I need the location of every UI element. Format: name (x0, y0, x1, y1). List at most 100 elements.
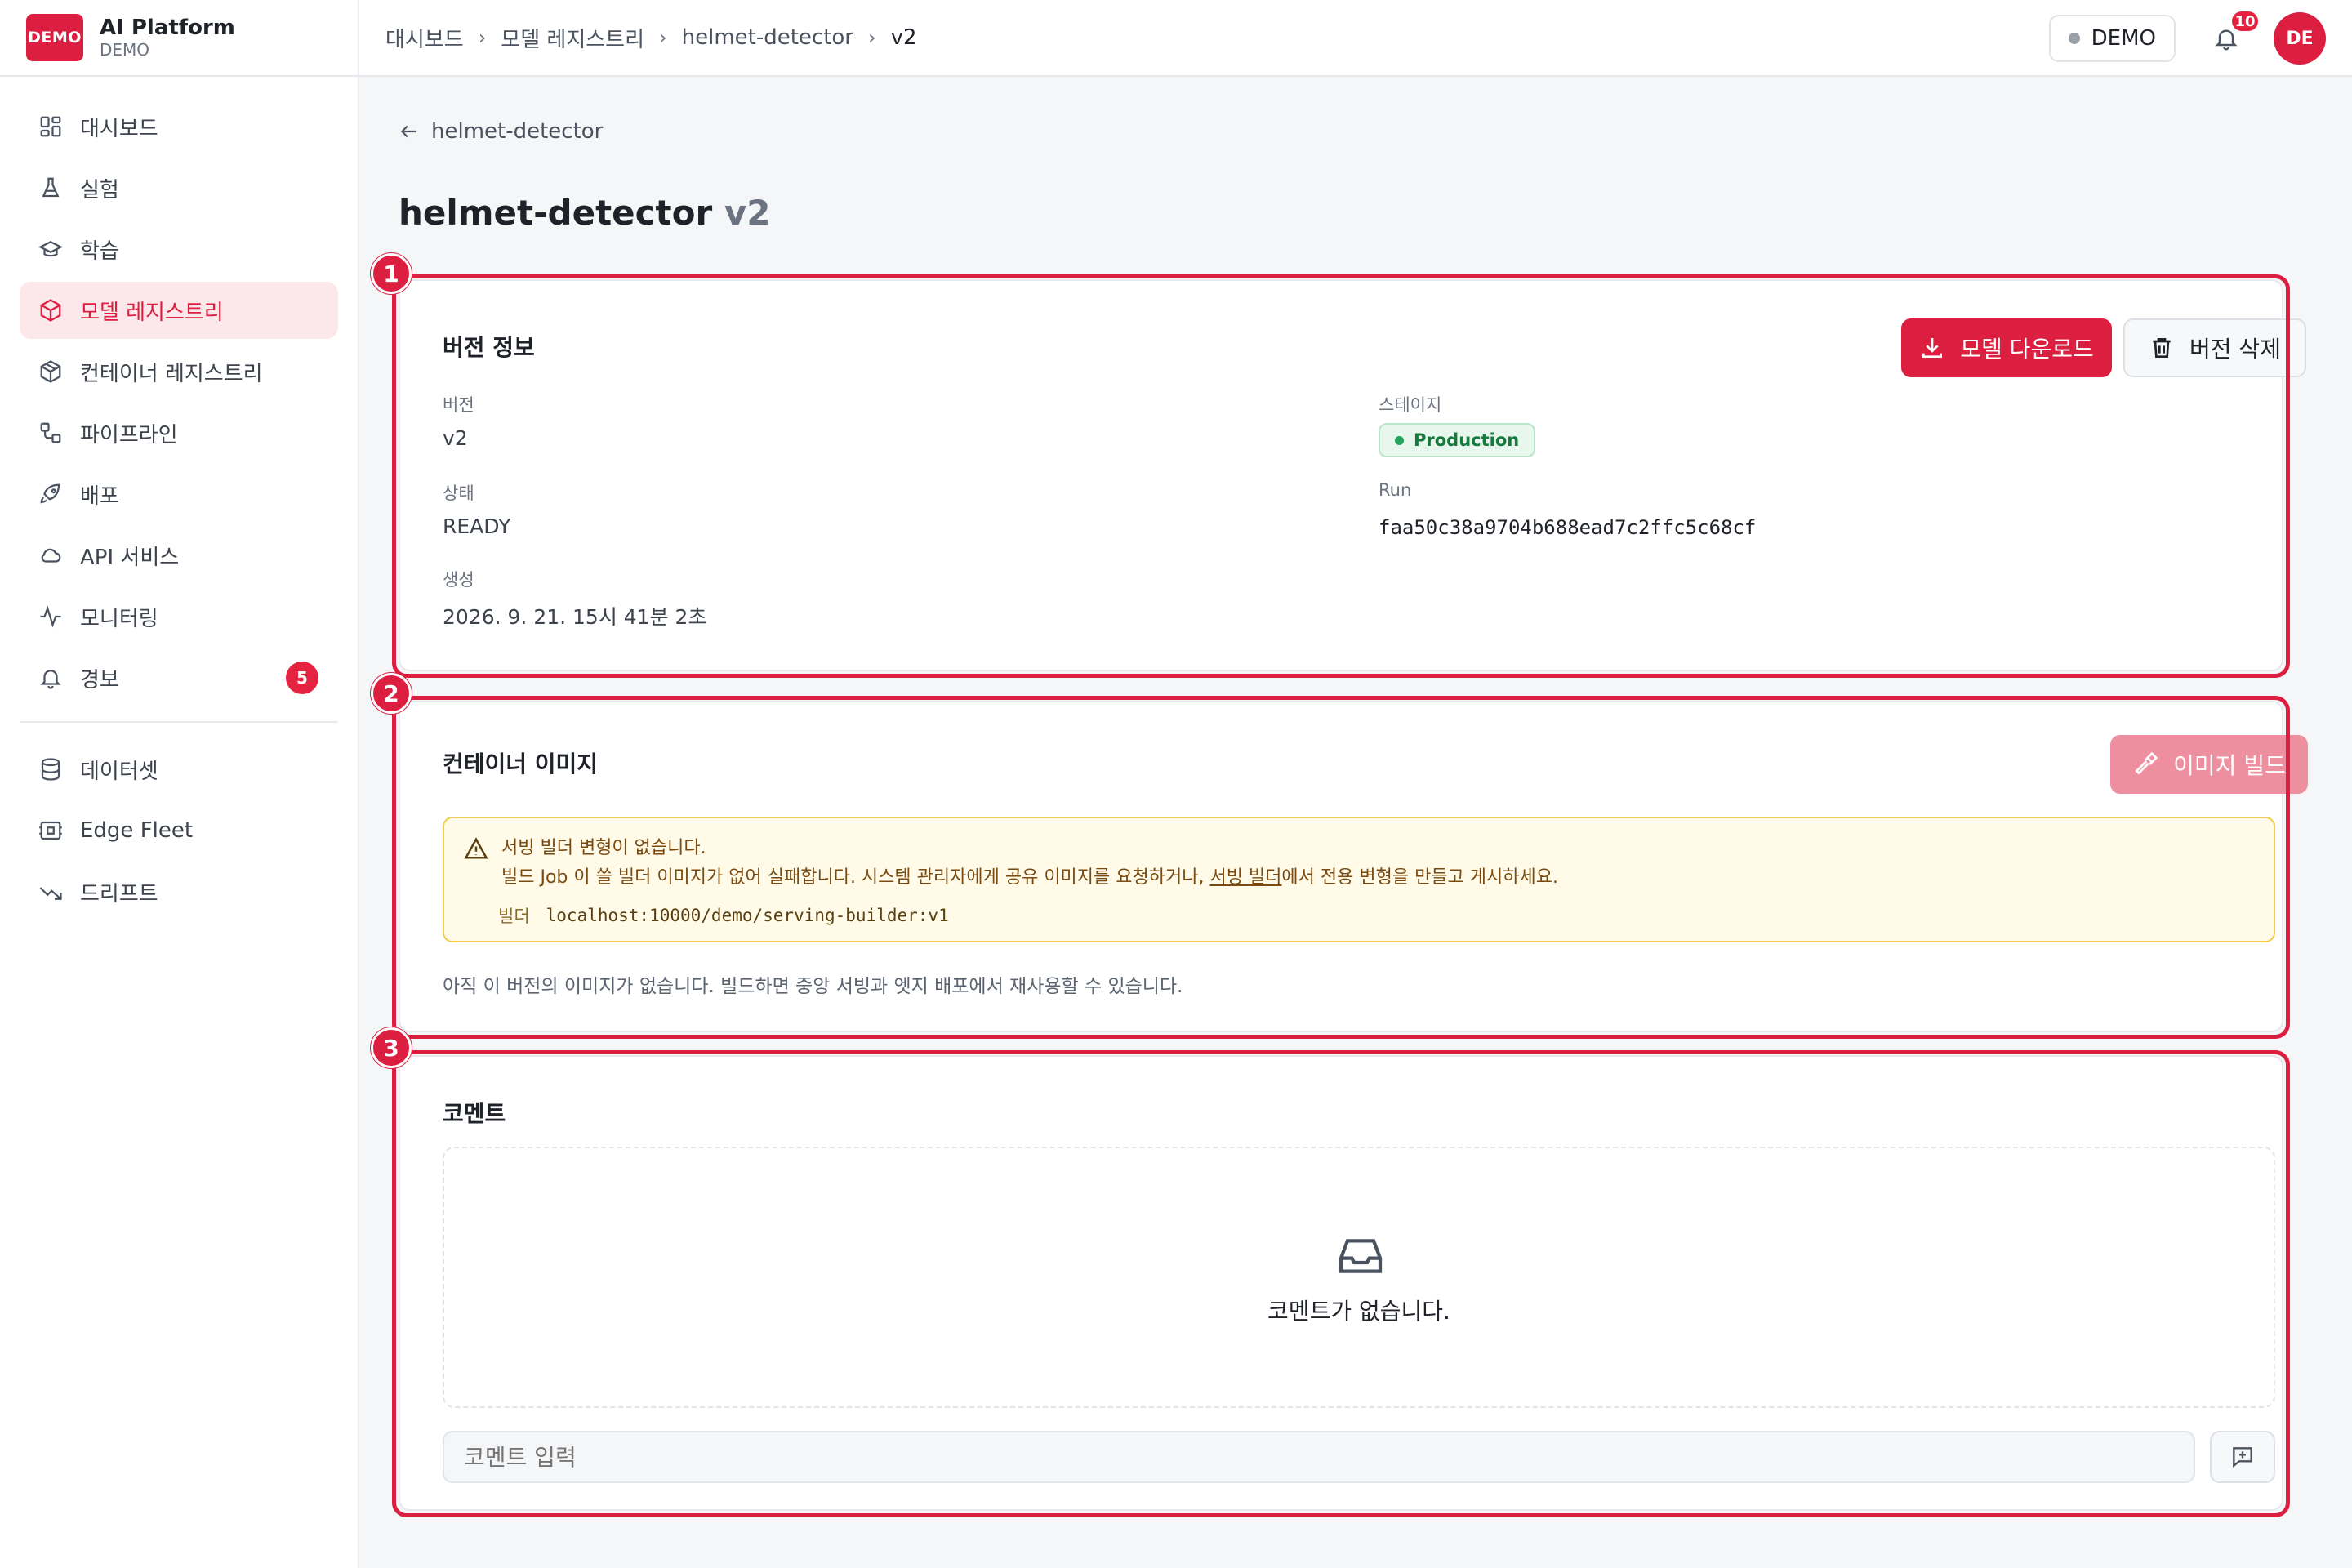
breadcrumb-item-model-registry[interactable]: 모델 레지스트리 (501, 23, 644, 53)
annotation-marker-2: 2 (371, 673, 412, 714)
flask-icon (38, 175, 64, 201)
sidebar-item-drift[interactable]: 드리프트 (20, 863, 338, 920)
add-comment-button[interactable] (2210, 1431, 2275, 1483)
build-image-button[interactable]: 이미지 빌드 (2110, 735, 2308, 794)
status-value: READY (443, 514, 511, 538)
download-icon (1922, 338, 1943, 358)
breadcrumb-item-model[interactable]: helmet-detector (682, 25, 853, 50)
comments-empty-text: 코멘트가 없습니다. (1267, 1298, 1450, 1325)
sidebar-nav: 대시보드 실험 학습 모델 레지스트리 컨테이너 레지스트리 파이프라인 배포 (0, 77, 358, 920)
run-label: Run (1379, 480, 1412, 500)
back-link-label: helmet-detector (431, 119, 604, 144)
user-avatar[interactable]: DE (2274, 12, 2326, 65)
main-content: helmet-detector helmet-detector v2 버전 정보… (359, 78, 2352, 1568)
builder-info: 빌더 localhost:10000/demo/serving-builder:… (498, 903, 949, 928)
delete-version-button[interactable]: 버전 삭제 (2123, 318, 2306, 377)
sidebar-item-edge-fleet[interactable]: Edge Fleet (20, 802, 338, 859)
chevron-right-icon: › (659, 26, 667, 49)
sidebar-item-label: 컨테이너 레지스트리 (80, 361, 263, 386)
brand-sub: DEMO (100, 40, 150, 60)
environment-label: DEMO (2091, 26, 2156, 51)
rocket-icon (38, 481, 64, 507)
version-label: 버전 (443, 395, 474, 415)
environment-selector[interactable]: DEMO (2048, 15, 2176, 62)
brand-logo: DEMO (26, 14, 83, 61)
stage-badge: Production (1379, 423, 1536, 457)
page-title-version: v2 (724, 193, 771, 233)
comments-empty-state: 코멘트가 없습니다. (443, 1147, 2275, 1408)
warning-title: 서빙 빌더 변형이 없습니다. (501, 838, 706, 858)
serving-builder-link[interactable]: 서빙 빌더 (1209, 867, 1281, 888)
sidebar-item-label: 학습 (80, 238, 119, 264)
run-id-value[interactable]: faa50c38a9704b688ead7c2ffc5c68cf (1379, 516, 1756, 539)
sidebar-item-model-registry[interactable]: 모델 레지스트리 (20, 282, 338, 339)
delete-version-label: 버전 삭제 (2189, 336, 2281, 363)
no-image-note: 아직 이 버전의 이미지가 없습니다. 빌드하면 중앙 서빙과 엣지 배포에서 … (443, 976, 1183, 997)
sidebar-item-label: Edge Fleet (80, 818, 194, 843)
status-dot-icon (2068, 33, 2080, 44)
graduation-cap-icon (38, 236, 64, 262)
sidebar-item-label: 데이터셋 (80, 759, 158, 784)
breadcrumb-item-current: v2 (890, 25, 917, 50)
sidebar: DEMO AI Platform DEMO 대시보드 실험 학습 모델 레지스트… (0, 0, 359, 1568)
brand-name: AI Platform (100, 16, 235, 40)
container-image-card: 컨테이너 이미지 이미지 빌드 서빙 빌더 변형이 없습니다. 빌드 Job 이… (399, 701, 2308, 1032)
sidebar-item-pipeline[interactable]: 파이프라인 (20, 404, 338, 461)
trending-down-icon (38, 879, 64, 905)
sidebar-item-dashboard[interactable]: 대시보드 (20, 98, 338, 155)
sidebar-item-experiments[interactable]: 실험 (20, 159, 338, 216)
package-icon (38, 359, 64, 385)
builder-warning: 서빙 빌더 변형이 없습니다. 빌드 Job 이 쓸 빌더 이미지가 없어 실패… (443, 817, 2275, 942)
back-link[interactable]: helmet-detector (399, 119, 603, 144)
sidebar-item-label: 모니터링 (80, 606, 158, 631)
builder-image-value: localhost:10000/demo/serving-builder:v1 (546, 906, 949, 925)
status-dot-icon (1395, 435, 1404, 445)
top-bar: 대시보드 › 모델 레지스트리 › helmet-detector › v2 D… (359, 0, 2352, 77)
sidebar-item-training[interactable]: 학습 (20, 220, 338, 278)
notifications-button[interactable]: 10 (2208, 9, 2261, 56)
page-title-name: helmet-detector (399, 193, 713, 233)
notification-count-badge: 10 (2230, 9, 2261, 33)
message-plus-icon (2233, 1447, 2252, 1468)
build-image-label: 이미지 빌드 (2173, 752, 2286, 779)
breadcrumb-item-dashboard[interactable]: 대시보드 (385, 23, 464, 53)
activity-icon (38, 604, 64, 630)
comment-input[interactable] (443, 1431, 2195, 1483)
stage-value: Production (1414, 430, 1520, 450)
arrow-left-icon (400, 125, 416, 138)
workflow-icon (38, 420, 64, 446)
sidebar-item-label: 대시보드 (80, 116, 158, 141)
warning-body-text-end: 에서 전용 변형을 만들고 게시하세요. (1281, 867, 1558, 888)
version-info-title: 버전 정보 (443, 334, 535, 361)
version-value: v2 (443, 426, 468, 450)
brand[interactable]: DEMO AI Platform DEMO (0, 0, 358, 77)
stage-label: 스테이지 (1379, 395, 1442, 415)
sidebar-item-monitoring[interactable]: 모니터링 (20, 588, 338, 645)
created-label: 생성 (443, 570, 474, 590)
chevron-right-icon: › (478, 26, 487, 49)
bell-icon (38, 665, 64, 691)
download-model-label: 모델 다운로드 (1960, 336, 2094, 363)
database-icon (38, 756, 64, 782)
sidebar-item-api-service[interactable]: API 서비스 (20, 527, 338, 584)
cloud-icon (38, 542, 64, 568)
inbox-icon (1339, 1239, 1383, 1273)
sidebar-item-label: 배포 (80, 483, 119, 509)
annotation-marker-3: 3 (371, 1027, 412, 1068)
download-model-button[interactable]: 모델 다운로드 (1901, 318, 2112, 377)
sidebar-item-label: 경보 (80, 667, 119, 693)
warning-body-text: 빌드 Job 이 쓸 빌더 이미지가 없어 실패합니다. 시스템 관리자에게 공… (501, 867, 1210, 888)
sidebar-item-label: 모델 레지스트리 (80, 300, 224, 325)
alerts-count-badge: 5 (286, 662, 318, 694)
sidebar-item-alerts[interactable]: 경보 5 (20, 649, 338, 706)
sidebar-item-datasets[interactable]: 데이터셋 (20, 741, 338, 798)
status-label: 상태 (443, 483, 474, 503)
breadcrumb: 대시보드 › 모델 레지스트리 › helmet-detector › v2 (385, 23, 917, 53)
created-value: 2026. 9. 21. 15시 41분 2초 (443, 605, 707, 629)
sidebar-item-label: API 서비스 (80, 545, 180, 570)
sidebar-item-label: 실험 (80, 177, 119, 203)
comments-card: 코멘트 코멘트가 없습니다. (399, 1055, 2283, 1511)
sidebar-item-container-registry[interactable]: 컨테이너 레지스트리 (20, 343, 338, 400)
sidebar-item-deploy[interactable]: 배포 (20, 466, 338, 523)
version-info-card: 버전 정보 모델 다운로드 버전 삭제 버전 v2 스테이지 Productio… (399, 279, 2306, 671)
